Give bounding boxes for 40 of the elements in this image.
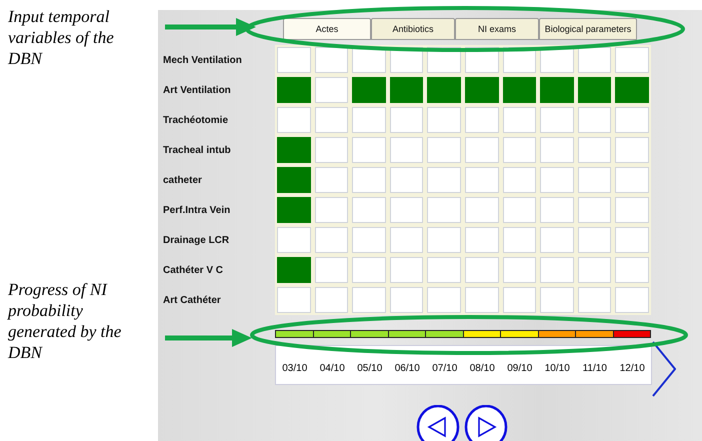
row-label: Drainage LCR [163, 234, 230, 248]
previous-button[interactable] [416, 405, 460, 441]
date-label: 10/10 [544, 362, 571, 374]
date-label: 04/10 [318, 362, 346, 374]
date-label: 11/10 [582, 362, 608, 374]
row-label: Cathéter V C [163, 264, 224, 278]
grid-cell[interactable] [277, 77, 311, 103]
row-label: catheter [163, 174, 203, 188]
row-label: Trachéotomie [163, 114, 230, 128]
tab[interactable]: NI exams [455, 18, 539, 40]
row-label: Mech Ventilation [163, 54, 243, 68]
row-label: Perf.Intra Vein [163, 204, 232, 218]
date-label: 08/10 [468, 362, 496, 374]
grid-cell[interactable] [615, 77, 649, 103]
grid-cell[interactable] [502, 77, 536, 103]
grid-cell[interactable] [540, 77, 574, 103]
tab[interactable]: Actes [283, 18, 371, 40]
row-label: Art Ventilation [163, 84, 232, 98]
row-label: Art Cathéter [163, 294, 222, 308]
date-label: 09/10 [506, 362, 534, 374]
grid-cell[interactable] [277, 137, 311, 163]
grid-cell[interactable] [390, 77, 424, 103]
tab[interactable]: Antibiotics [371, 18, 455, 40]
grid-cell[interactable] [427, 77, 461, 103]
annotation-text: Progress of NI probability generated by the DBN [6, 279, 122, 363]
grid-cell[interactable] [352, 77, 386, 103]
date-label: 06/10 [394, 362, 421, 374]
next-button[interactable] [464, 405, 508, 441]
grid-cell[interactable] [464, 77, 499, 103]
date-label: 05/10 [356, 362, 384, 374]
date-label: 03/10 [281, 362, 308, 374]
annotation-text: Input temporal variables of the DBN [6, 6, 115, 69]
date-label: 12/10 [618, 362, 646, 374]
date-label: 07/10 [431, 362, 458, 374]
row-label: Tracheal intub [163, 144, 232, 158]
grid-cell[interactable] [578, 77, 612, 103]
grid-cell[interactable] [277, 167, 311, 193]
grid-cell[interactable] [277, 197, 311, 223]
grid-cell[interactable] [277, 257, 311, 283]
tab[interactable]: Biological parameters [539, 18, 637, 40]
